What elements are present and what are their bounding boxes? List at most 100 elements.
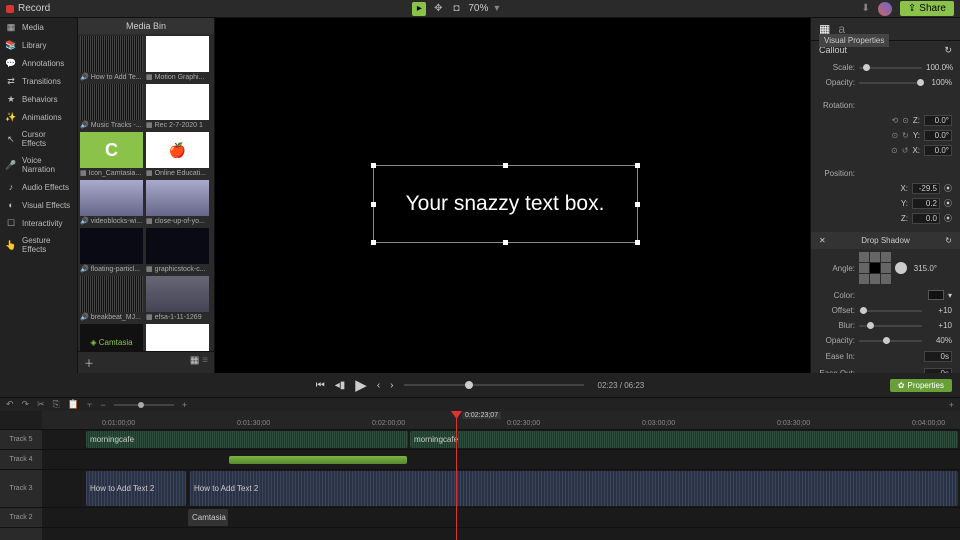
nav-interactivity[interactable]: ☐Interactivity xyxy=(0,214,77,232)
track-body[interactable]: How to Add Text 2How to Add Text 2 xyxy=(42,470,960,507)
zoom-level[interactable]: 70% xyxy=(468,3,488,14)
resize-handle[interactable] xyxy=(635,240,640,245)
nav-cursor-effects[interactable]: ↖Cursor Effects xyxy=(0,126,77,152)
resize-handle[interactable] xyxy=(503,163,508,168)
nav-transitions[interactable]: ⇄Transitions xyxy=(0,72,77,90)
track-header[interactable] xyxy=(0,528,42,540)
rotation-z-input[interactable] xyxy=(924,115,952,126)
undo-icon[interactable]: ↶ xyxy=(6,399,14,410)
media-item[interactable]: ▦graphicstock-c... xyxy=(146,228,209,274)
track-header[interactable]: Track 5 xyxy=(0,430,42,449)
zoom-in-icon[interactable]: + xyxy=(182,400,187,410)
download-icon[interactable]: ⬇ xyxy=(862,3,870,14)
shadow-opacity-slider[interactable] xyxy=(859,340,922,342)
rotation-x-input[interactable] xyxy=(924,145,952,156)
resize-handle[interactable] xyxy=(503,240,508,245)
playhead[interactable] xyxy=(456,411,457,540)
position-y-input[interactable] xyxy=(912,198,940,209)
nav-media[interactable]: ▦Media xyxy=(0,18,77,36)
media-item[interactable]: ▦efsa-1-11-1269 xyxy=(146,276,209,322)
track-body[interactable] xyxy=(42,528,960,540)
resize-handle[interactable] xyxy=(371,240,376,245)
rotation-y-input[interactable] xyxy=(924,130,952,141)
split-icon[interactable]: ⫟ xyxy=(87,399,92,410)
stepper-icon[interactable]: ⦿ xyxy=(944,183,952,194)
properties-button[interactable]: ✿Properties xyxy=(890,379,952,392)
offset-slider[interactable] xyxy=(859,310,922,312)
nav-animations[interactable]: ✨Animations xyxy=(0,108,77,126)
track-body[interactable] xyxy=(42,450,960,469)
prev-clip-icon[interactable]: ⏮ xyxy=(316,380,325,391)
timeline-clip[interactable]: How to Add Text 2 xyxy=(190,471,958,506)
share-button[interactable]: ⇪ Share xyxy=(900,1,954,16)
rotate-x-icon[interactable]: ⊙ xyxy=(891,146,898,155)
stepper-icon[interactable]: ⦿ xyxy=(944,198,952,209)
timeline-clip[interactable]: How to Add Text 2 xyxy=(86,471,186,506)
opacity-slider[interactable] xyxy=(859,82,922,84)
next-frame-icon[interactable]: › xyxy=(390,380,393,391)
nav-audio-effects[interactable]: ♪Audio Effects xyxy=(0,178,77,196)
play-icon[interactable]: ▶ xyxy=(355,376,367,394)
record-label[interactable]: Record xyxy=(18,3,50,14)
track-body[interactable]: Camtasia xyxy=(42,508,960,527)
redo-icon[interactable]: ↷ xyxy=(22,399,30,410)
grid-view-icon[interactable]: ▦ xyxy=(190,355,199,366)
resize-handle[interactable] xyxy=(635,202,640,207)
crop-tool-icon[interactable]: ◘ xyxy=(450,3,462,15)
angle-knob[interactable] xyxy=(895,262,907,274)
media-item[interactable]: 🔊breakbeat_MJ... xyxy=(80,276,143,322)
reset-icon[interactable]: ↻ xyxy=(944,45,952,56)
media-item[interactable]: ◈ Camtasia▦Logo_Hrz_Ca... xyxy=(80,324,143,351)
nav-voice-narration[interactable]: 🎤Voice Narration xyxy=(0,152,77,178)
close-section-icon[interactable]: ✕ xyxy=(819,236,826,245)
resize-handle[interactable] xyxy=(635,163,640,168)
drop-shadow-section[interactable]: ✕ Drop Shadow ↻ xyxy=(811,232,960,249)
media-item[interactable]: ▦Motion Graphi... xyxy=(146,36,209,82)
media-item[interactable]: ▦Rec 2-7-2020 2 xyxy=(146,324,209,351)
stepper-icon[interactable]: ⦿ xyxy=(944,213,952,224)
nav-visual-effects[interactable]: ◐Visual Effects xyxy=(0,196,77,214)
blur-slider[interactable] xyxy=(859,325,922,327)
color-swatch[interactable] xyxy=(928,290,944,300)
resize-handle[interactable] xyxy=(371,163,376,168)
zoom-out-icon[interactable]: − xyxy=(101,400,106,410)
reset-icon[interactable]: ↻ xyxy=(945,236,952,245)
media-item[interactable]: 🔊floating-particl... xyxy=(80,228,143,274)
copy-icon[interactable]: ⎘ xyxy=(53,399,60,410)
dropdown-icon[interactable]: ▾ xyxy=(948,291,952,300)
nav-gesture-effects[interactable]: 👆Gesture Effects xyxy=(0,232,77,258)
zoom-dropdown-icon[interactable]: ▾ xyxy=(494,3,499,14)
timeline-clip[interactable] xyxy=(229,456,407,464)
rotate-y-icon[interactable]: ⊙ xyxy=(891,131,898,140)
position-z-input[interactable] xyxy=(912,213,940,224)
media-item[interactable]: ▦close-up-of-yo... xyxy=(146,180,209,226)
list-view-icon[interactable]: ≡ xyxy=(202,355,208,366)
nav-behaviors[interactable]: ★Behaviors xyxy=(0,90,77,108)
resize-handle[interactable] xyxy=(371,202,376,207)
add-track-icon[interactable]: + xyxy=(949,400,954,410)
canvas-area[interactable]: Your snazzy text box. xyxy=(215,18,810,373)
paste-icon[interactable]: 📋 xyxy=(68,399,79,410)
track-body[interactable]: morningcafemorningcafe xyxy=(42,430,960,449)
zoom-slider[interactable] xyxy=(114,404,174,406)
add-media-icon[interactable]: ＋ xyxy=(84,355,94,370)
canvas[interactable]: Your snazzy text box. xyxy=(223,26,803,366)
cursor-tool-icon[interactable]: ▸ xyxy=(412,2,426,16)
prev-frame-icon[interactable]: ‹ xyxy=(377,380,380,391)
cut-icon[interactable]: ✂ xyxy=(37,399,45,410)
angle-picker[interactable] xyxy=(859,252,891,284)
playback-scrubber[interactable] xyxy=(404,384,584,386)
media-item[interactable]: C▦Icon_Camtasia... xyxy=(80,132,143,178)
avatar[interactable] xyxy=(878,2,892,16)
nav-library[interactable]: 📚Library xyxy=(0,36,77,54)
media-item[interactable]: 🔊Music Tracks -... xyxy=(80,84,143,130)
easein-input[interactable] xyxy=(924,351,952,362)
track-header[interactable]: Track 4 xyxy=(0,450,42,469)
track-header[interactable]: Track 2 xyxy=(0,508,42,527)
rotate-z-icon[interactable]: ⟲ xyxy=(891,116,898,125)
timeline-clip[interactable]: morningcafe xyxy=(86,431,408,448)
text-callout[interactable]: Your snazzy text box. xyxy=(373,165,638,243)
hand-tool-icon[interactable]: ✥ xyxy=(432,3,444,15)
media-item[interactable]: 🔊videoblocks-wi... xyxy=(80,180,143,226)
timeline-clip[interactable]: Camtasia xyxy=(188,509,228,526)
